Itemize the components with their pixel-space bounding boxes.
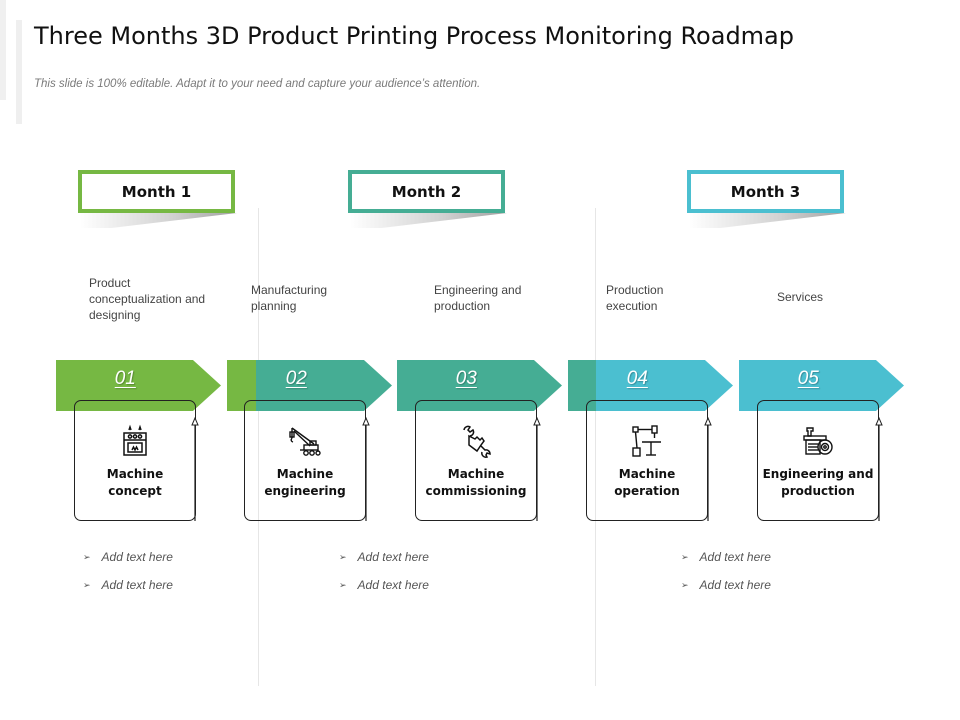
month-1-label: Month 1 — [78, 170, 235, 213]
bullet-item: ➢ Add text here — [339, 578, 429, 592]
month-3-label: Month 3 — [687, 170, 844, 213]
step-card-content: Machine concept — [74, 424, 196, 500]
step-number: 04 — [626, 368, 648, 389]
bullet-text: Add text here — [699, 578, 771, 592]
step-card-content: Engineering and production — [757, 424, 879, 500]
step-number: 02 — [285, 368, 307, 389]
step-title: Machine commissioning — [425, 467, 527, 498]
phase-label-1: Product conceptualization and designing — [89, 276, 206, 322]
arrow-bullet-icon: ➢ — [339, 551, 347, 562]
page-subtitle: This slide is 100% editable. Adapt it to… — [34, 78, 481, 90]
bullet-item: ➢ Add text here — [681, 578, 771, 592]
step-number: 03 — [455, 368, 477, 389]
phase-label-4: Production execution — [606, 283, 664, 313]
step-title: Engineering and production — [762, 467, 874, 498]
decorative-bar — [0, 0, 6, 100]
oven-machine-icon — [123, 424, 147, 456]
wrench-hand-icon — [463, 425, 491, 458]
arrow-bullet-icon: ➢ — [83, 579, 91, 590]
bullet-text: Add text here — [101, 578, 173, 592]
step-card-content: Machine commissioning — [415, 424, 537, 500]
arrow-bullet-icon: ➢ — [681, 579, 689, 590]
bullet-text: Add text here — [101, 550, 173, 564]
step-number: 01 — [114, 368, 136, 389]
bullet-item: ➢ Add text here — [83, 578, 173, 592]
month-2-label: Month 2 — [348, 170, 505, 213]
step-card-content: Machine engineering — [244, 424, 366, 500]
phase-label-5: Services — [777, 290, 824, 304]
crane-icon — [289, 427, 321, 456]
bullet-text: Add text here — [699, 550, 771, 564]
bullet-text: Add text here — [357, 578, 429, 592]
month-shadow — [80, 213, 237, 228]
arrow-bullet-icon: ➢ — [681, 551, 689, 562]
phase-label-2: Manufacturing planning — [251, 283, 328, 313]
month-shadow — [350, 213, 507, 228]
page-title: Three Months 3D Product Printing Process… — [34, 22, 794, 50]
step-number: 05 — [797, 368, 819, 389]
step-title: Machine engineering — [264, 467, 346, 498]
arrow-bullet-icon: ➢ — [83, 551, 91, 562]
month-shadow — [689, 213, 846, 228]
bullet-item: ➢ Add text here — [681, 550, 771, 564]
robotic-arm-icon — [632, 425, 661, 457]
arrow-bullet-icon: ➢ — [339, 579, 347, 590]
step-card-content: Machine operation — [586, 424, 708, 500]
phase-label-3: Engineering and production — [434, 283, 522, 313]
bullet-item: ➢ Add text here — [339, 550, 429, 564]
bullet-text: Add text here — [357, 550, 429, 564]
step-title: Machine concept — [106, 467, 164, 498]
factory-gear-icon — [803, 427, 833, 455]
step-title: Machine operation — [614, 467, 680, 498]
bullet-item: ➢ Add text here — [83, 550, 173, 564]
decorative-bar — [16, 20, 22, 124]
